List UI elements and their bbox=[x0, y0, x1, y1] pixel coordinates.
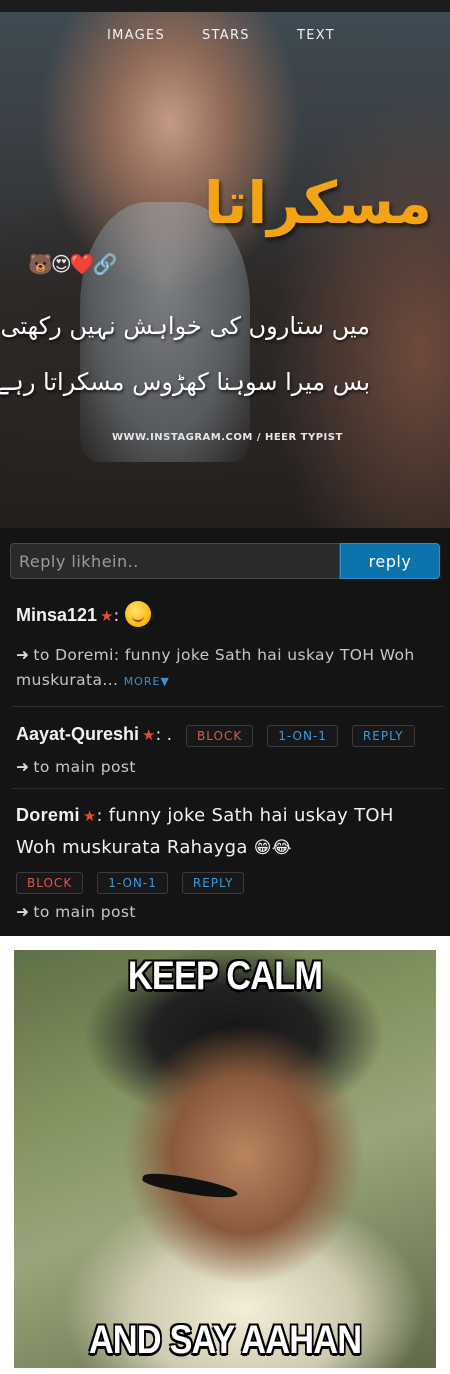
poetry-line-1: میں ستاروں کی خواہش نہیں رکھتی bbox=[0, 312, 370, 340]
block-button[interactable]: BLOCK bbox=[186, 724, 254, 747]
emoji-row: 🐻😍❤️🔗 bbox=[28, 252, 118, 276]
divider bbox=[12, 706, 444, 707]
arrow-right-icon: ➜ bbox=[16, 758, 30, 776]
comment-colon: : bbox=[96, 806, 103, 826]
one-on-one-button[interactable]: 1-ON-1 bbox=[267, 724, 338, 747]
arrow-right-icon: ➜ bbox=[16, 903, 30, 921]
tab-stars[interactable]: STARS bbox=[202, 28, 250, 43]
reply-action-button[interactable]: REPLY bbox=[351, 724, 415, 747]
block-button[interactable]: BLOCK bbox=[16, 872, 84, 894]
arrow-right-icon: ➜ bbox=[16, 646, 30, 664]
star-icon: ★ bbox=[82, 807, 97, 825]
laughing-emoji-icon: 😁😂 bbox=[253, 838, 292, 858]
meme-top-caption: KEEP CALM bbox=[127, 954, 323, 998]
reply-action-button[interactable]: REPLY bbox=[181, 872, 245, 894]
comment-colon: : bbox=[113, 606, 120, 626]
main-post-link-text: to main post bbox=[33, 903, 136, 921]
reply-context: ➜ to Doremi: funny joke Sath hai uskay TO… bbox=[16, 643, 436, 694]
star-icon: ★ bbox=[142, 726, 156, 744]
reply-input[interactable] bbox=[10, 543, 340, 579]
reply-button[interactable]: reply bbox=[340, 543, 440, 579]
comment-header: Minsa121 ★: bbox=[16, 600, 436, 631]
comment-aayat-qureshi: Aayat-Qureshi ★: . BLOCK 1-ON-1 REPLY ➜ to ma… bbox=[16, 718, 436, 780]
poetry-title: مسکراتا bbox=[203, 169, 432, 237]
tab-images[interactable]: IMAGES bbox=[107, 28, 165, 43]
instagram-watermark: WWW.INSTAGRAM.COM / HEER TYPIST bbox=[112, 432, 343, 443]
star-icon: ★ bbox=[100, 607, 114, 625]
one-on-one-button[interactable]: 1-ON-1 bbox=[97, 872, 168, 894]
top-status-strip bbox=[0, 0, 450, 12]
post-image[interactable]: IMAGES STARS TEXT مسکراتا 🐻😍❤️🔗 میں ستار… bbox=[0, 12, 450, 528]
tab-text[interactable]: TEXT bbox=[297, 28, 335, 43]
reply-bar: reply bbox=[0, 528, 450, 592]
username[interactable]: Aayat-Qureshi bbox=[16, 724, 139, 744]
comment-minsa121: Minsa121 ★: ➜ to Doremi: funny joke Sath h… bbox=[16, 600, 436, 694]
meme-bottom-caption: AND SAY AAHAN bbox=[88, 1318, 362, 1362]
smiling-face-icon bbox=[125, 601, 152, 627]
photo-tab-bar: IMAGES STARS TEXT bbox=[0, 28, 450, 52]
comment-colon: : . bbox=[155, 725, 173, 745]
comment-actions: BLOCK 1-ON-1 REPLY bbox=[16, 872, 436, 894]
comment-doremi: Doremi ★: funny joke Sath hai uskay TOH W… bbox=[16, 800, 436, 925]
username[interactable]: Minsa121 bbox=[16, 605, 97, 625]
username[interactable]: Doremi bbox=[16, 805, 80, 825]
poetry-line-2: بس میرا سوہنا کھڑوس مسکراتا رہے bbox=[0, 368, 370, 396]
main-post-link[interactable]: ➜ to main post bbox=[16, 755, 436, 780]
comment-header: Doremi ★: funny joke Sath hai uskay TOH W… bbox=[16, 800, 436, 864]
meme-image[interactable]: KEEP CALM AND SAY AAHAN bbox=[14, 950, 436, 1368]
main-post-link[interactable]: ➜ to main post bbox=[16, 900, 436, 925]
mustache-shape bbox=[141, 1168, 239, 1204]
comment-header: Aayat-Qureshi ★: . BLOCK 1-ON-1 REPLY bbox=[16, 718, 436, 751]
divider bbox=[12, 788, 444, 789]
more-link[interactable]: MORE▼ bbox=[124, 675, 170, 688]
main-post-link-text: to main post bbox=[33, 758, 136, 776]
meme-container: KEEP CALM AND SAY AAHAN bbox=[0, 936, 450, 1374]
reply-context-text: to Doremi: funny joke Sath hai uskay TOH… bbox=[16, 646, 415, 689]
